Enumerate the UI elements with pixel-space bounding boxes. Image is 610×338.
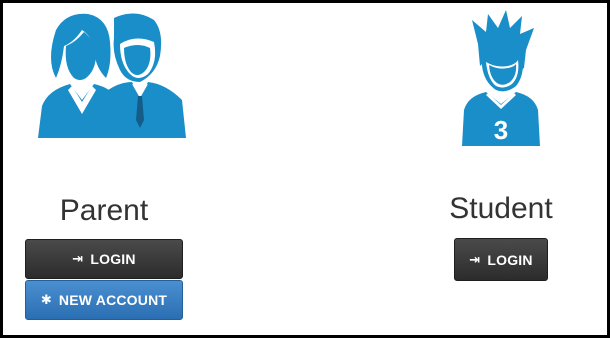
parent-new-account-label: NEW ACCOUNT — [58, 292, 168, 308]
role-select-panel: Parent ⇥ LOGIN ✱ NEW ACCOUNT 3 Student ⇥… — [3, 3, 607, 335]
parent-new-account-button[interactable]: ✱ NEW ACCOUNT — [25, 280, 183, 320]
sign-in-icon: ⇥ — [72, 251, 84, 266]
parent-card: Parent ⇥ LOGIN ✱ NEW ACCOUNT — [13, 8, 195, 320]
student-login-label: LOGIN — [487, 251, 533, 268]
parent-login-button[interactable]: ⇥ LOGIN — [25, 239, 183, 279]
asterisk-icon: ✱ — [40, 292, 52, 307]
student-card: 3 Student ⇥ LOGIN — [416, 8, 586, 281]
jersey-number: 3 — [494, 115, 508, 145]
parents-icon — [27, 8, 195, 138]
parent-login-label: LOGIN — [90, 251, 136, 267]
sign-in-icon: ⇥ — [469, 251, 481, 267]
student-login-button[interactable]: ⇥ LOGIN — [454, 238, 548, 281]
student-icon: 3 — [416, 10, 586, 146]
parent-title: Parent — [59, 194, 149, 227]
student-title: Student — [449, 192, 553, 225]
